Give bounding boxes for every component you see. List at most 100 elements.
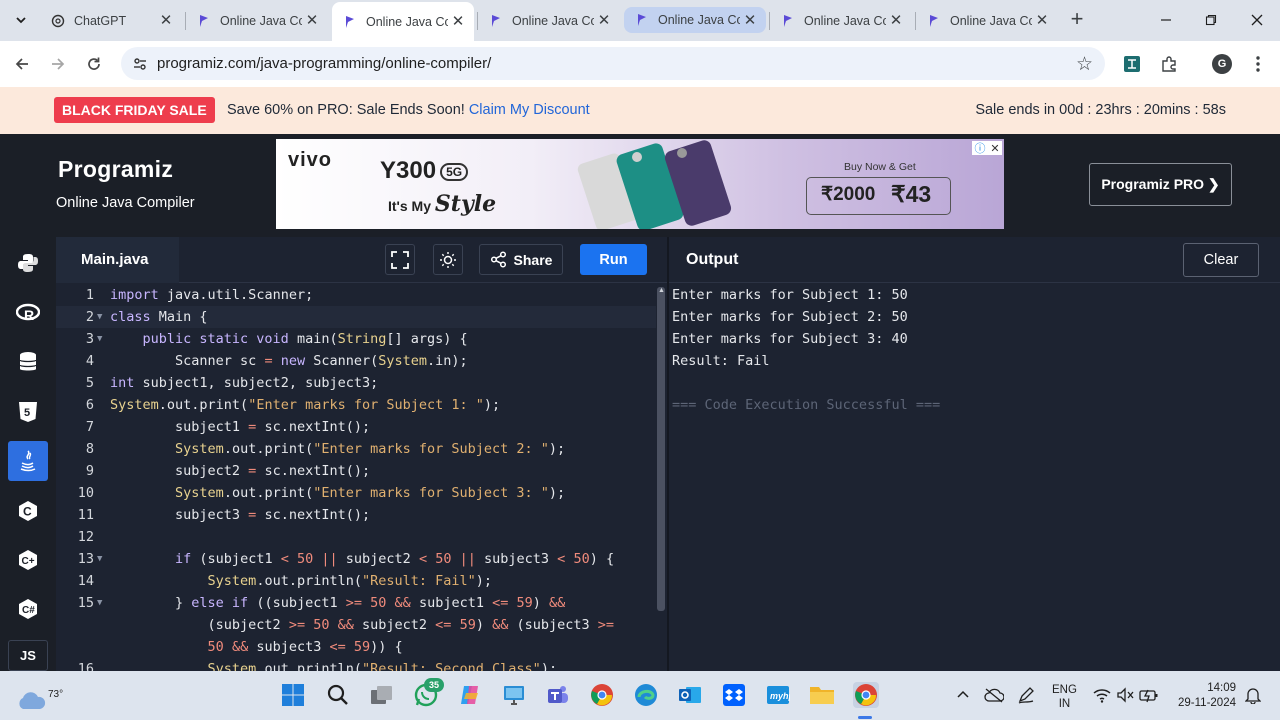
programiz-logo[interactable]: Programiz: [58, 156, 173, 183]
extension-icon[interactable]: [1120, 52, 1144, 76]
code-line[interactable]: 3 ▼ public static void main(String[] args…: [56, 328, 656, 350]
theme-toggle-button[interactable]: [433, 244, 463, 275]
close-icon[interactable]: ✕: [158, 12, 174, 29]
ad-info-icon[interactable]: ⓘ: [974, 140, 985, 156]
fold-arrow-icon[interactable]: ▼: [97, 328, 102, 350]
language-r[interactable]: R: [8, 293, 48, 333]
programiz-pro-button[interactable]: Programiz PRO ❯: [1089, 163, 1232, 206]
chrome-app-active[interactable]: [853, 682, 879, 708]
language-java[interactable]: [8, 441, 48, 481]
browser-tab[interactable]: ChatGPT ✕: [40, 6, 182, 35]
browser-tab[interactable]: Online Java Co ✕: [916, 6, 1058, 35]
copilot-app[interactable]: [457, 682, 483, 708]
advertisement-banner[interactable]: vivo Y300 5G It's My Style Buy Now & Get …: [276, 139, 1004, 229]
outlook-app[interactable]: [677, 682, 703, 708]
fold-arrow-icon[interactable]: ▼: [97, 592, 102, 614]
language-cpp[interactable]: C+: [8, 540, 48, 580]
language-python[interactable]: [8, 243, 48, 283]
editor-scrollbar[interactable]: [657, 287, 665, 611]
code-line[interactable]: 13 ▼ if (subject1 < 50 || subject2 < 50 |…: [56, 548, 656, 570]
site-settings-icon[interactable]: [131, 55, 149, 73]
weather-widget[interactable]: 73°: [16, 679, 63, 711]
profile-avatar[interactable]: G: [1210, 52, 1234, 76]
system-clock[interactable]: 14:09 29-11-2024: [1172, 681, 1236, 711]
code-line[interactable]: 6 System.out.print("Enter marks for Subje…: [56, 394, 656, 416]
language-csharp[interactable]: C#: [8, 589, 48, 629]
code-line[interactable]: 50 && subject3 <= 59)) {: [56, 636, 656, 658]
scroll-up-arrow-icon[interactable]: ▲: [658, 287, 665, 294]
chrome-app[interactable]: [589, 682, 615, 708]
close-icon[interactable]: ✕: [742, 12, 758, 29]
windows-start-button[interactable]: [280, 682, 306, 708]
language-sql[interactable]: [8, 342, 48, 382]
forward-button[interactable]: [44, 50, 72, 78]
code-editor[interactable]: 1 import java.util.Scanner; 2 ▼ class Main {…: [56, 284, 667, 671]
close-icon[interactable]: ✕: [450, 13, 466, 30]
close-icon[interactable]: ✕: [888, 12, 904, 29]
code-line[interactable]: (subject2 >= 50 && subject2 <= 59) && (s…: [56, 614, 656, 636]
line-number: 7: [85, 419, 94, 435]
code-line[interactable]: 2 ▼ class Main {: [56, 306, 656, 328]
code-line[interactable]: 15 ▼ } else if ((subject1 >= 50 && subjec…: [56, 592, 656, 614]
taskbar-search[interactable]: [325, 682, 351, 708]
code-line[interactable]: 12: [56, 526, 656, 548]
browser-tab-active[interactable]: Online Java Co ✕: [332, 2, 474, 41]
fold-arrow-icon[interactable]: ▼: [97, 548, 102, 570]
volume-tray[interactable]: [1112, 682, 1138, 708]
close-icon[interactable]: ✕: [596, 12, 612, 29]
close-window-button[interactable]: [1242, 8, 1272, 32]
kebab-menu-icon[interactable]: [1246, 52, 1270, 76]
ad-close-controls[interactable]: ⓘ ✕: [972, 141, 1002, 155]
claim-discount-link[interactable]: Claim My Discount: [469, 102, 590, 118]
code-line[interactable]: 4 Scanner sc = new Scanner(System.in);: [56, 350, 656, 372]
code-line[interactable]: 1 import java.util.Scanner;: [56, 284, 656, 306]
task-view[interactable]: [369, 682, 395, 708]
edge-app[interactable]: [633, 682, 659, 708]
language-indicator[interactable]: ENG IN: [1052, 683, 1077, 711]
fullscreen-button[interactable]: [385, 244, 415, 275]
code-line[interactable]: 11 subject3 = sc.nextInt();: [56, 504, 656, 526]
browser-tab[interactable]: Online Java Co ✕: [478, 6, 620, 35]
copilot-icon: [461, 686, 478, 704]
code-line[interactable]: 16 System.out.println("Result: Second Cl…: [56, 658, 656, 671]
minimize-button[interactable]: [1151, 8, 1181, 32]
teams-app[interactable]: [545, 682, 571, 708]
language-c[interactable]: C: [8, 491, 48, 531]
language-html[interactable]: 5: [8, 392, 48, 432]
code-line[interactable]: 14 System.out.println("Result: Fail");: [56, 570, 656, 592]
new-tab-button[interactable]: +: [1066, 8, 1088, 30]
notifications-button[interactable]: [1240, 682, 1266, 708]
close-icon[interactable]: ✕: [304, 12, 320, 29]
browser-tab[interactable]: Online Java Co ✕: [186, 6, 328, 35]
browser-tab-highlighted[interactable]: Online Java Co ✕: [624, 7, 766, 33]
code-line[interactable]: 9 subject2 = sc.nextInt();: [56, 460, 656, 482]
battery-tray[interactable]: [1136, 682, 1162, 708]
back-button[interactable]: [8, 50, 36, 78]
extensions-puzzle-icon[interactable]: [1157, 52, 1181, 76]
code-line[interactable]: 7 subject1 = sc.nextInt();: [56, 416, 656, 438]
bookmark-star-icon[interactable]: ☆: [1076, 53, 1093, 76]
file-tab[interactable]: Main.java: [56, 237, 179, 283]
close-icon[interactable]: ✕: [990, 142, 999, 155]
share-button[interactable]: Share: [479, 244, 563, 275]
tab-search-button[interactable]: [8, 7, 34, 33]
close-icon[interactable]: ✕: [1034, 12, 1050, 29]
address-bar[interactable]: programiz.com/java-programming/online-co…: [121, 47, 1105, 80]
restore-button[interactable]: [1196, 8, 1226, 32]
run-button[interactable]: Run: [580, 244, 647, 275]
onedrive-tray[interactable]: [981, 682, 1007, 708]
hp-app[interactable]: myhp: [765, 682, 791, 708]
code-line[interactable]: 8 System.out.print("Enter marks for Subj…: [56, 438, 656, 460]
pen-tray[interactable]: [1013, 682, 1039, 708]
dropbox-app[interactable]: [721, 682, 747, 708]
browser-tab[interactable]: Online Java Co ✕: [770, 6, 912, 35]
reload-button[interactable]: [80, 50, 108, 78]
file-explorer-app[interactable]: [809, 682, 835, 708]
clear-button[interactable]: Clear: [1183, 243, 1259, 277]
fold-arrow-icon[interactable]: ▼: [97, 306, 102, 328]
code-line[interactable]: 5 int subject1, subject2, subject3;: [56, 372, 656, 394]
code-line[interactable]: 10 System.out.print("Enter marks for Sub…: [56, 482, 656, 504]
show-hidden-icons[interactable]: [950, 682, 976, 708]
language-javascript[interactable]: JS: [8, 640, 48, 671]
remote-desktop-app[interactable]: [501, 682, 527, 708]
